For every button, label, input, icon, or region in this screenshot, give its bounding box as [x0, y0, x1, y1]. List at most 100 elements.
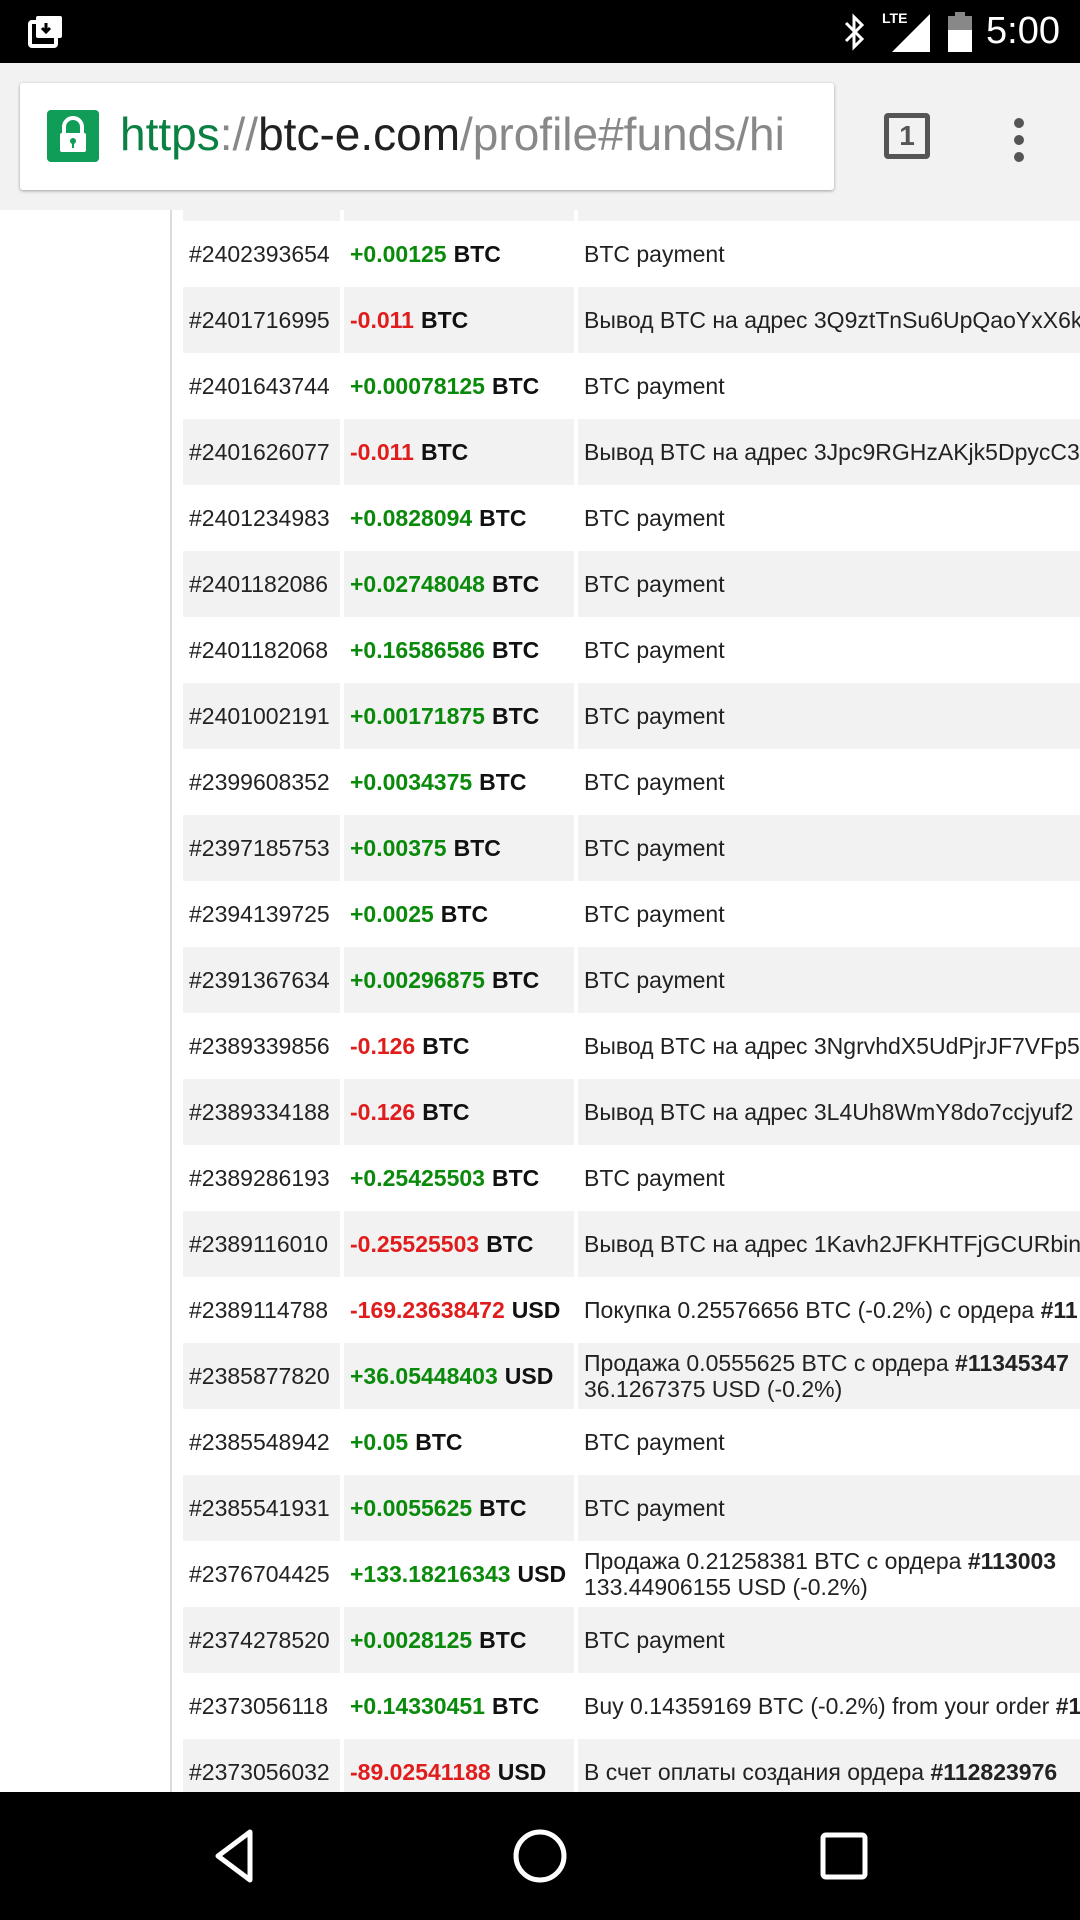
cell-description: Вывод BTC на адрес 1Kavh2JFKHTFjGCURbin: [578, 1211, 1080, 1277]
cell-description: BTC payment: [578, 1145, 1080, 1211]
amount-value: +0.02748048: [350, 570, 485, 597]
description-text: BTC payment: [584, 1626, 725, 1653]
table-row: #2394139725 +0.0025 BTC BTC payment: [183, 881, 1080, 947]
cell-description: BTC payment: [578, 617, 1080, 683]
description-text: BTC payment: [584, 834, 725, 861]
description-text: BTC payment: [584, 372, 725, 399]
battery-icon: [948, 11, 973, 52]
amount-value: +36.05448403: [350, 1362, 498, 1389]
url-separator: ://: [219, 108, 259, 160]
amount-value: -89.02541188: [350, 1758, 491, 1785]
order-link[interactable]: #112823976: [931, 1759, 1058, 1785]
description-text: В счет оплаты создания ордера: [584, 1758, 925, 1785]
cell-id: #2391367634: [183, 947, 340, 1013]
currency-label: USD: [504, 1362, 554, 1389]
amount-value: +0.00078125: [350, 372, 485, 399]
lock-icon[interactable]: [47, 110, 99, 162]
description-text-line2: 36.1267375 USD (-0.2%): [584, 1376, 843, 1402]
cell-id: #2401643744: [189, 372, 330, 399]
table-row: #2385541931 +0.0055625 BTC BTC payment: [183, 1475, 1080, 1541]
cell-id: #2389339856: [189, 1032, 330, 1059]
cell-id: #2376704425: [189, 1560, 330, 1587]
cell-description: BTC payment: [578, 1475, 1080, 1541]
cell-amount: +0.02748048 BTC: [344, 551, 574, 617]
cell-description: BTC payment: [578, 485, 1080, 551]
table-row: #2401716995 -0.011 BTC Вывод BTC на адрес 3…: [183, 287, 1080, 353]
cell-id: #2389114788: [189, 1296, 328, 1323]
cell-id: #2373056118: [189, 1692, 328, 1719]
amount-value: -0.126: [350, 1098, 416, 1125]
amount-value: +0.0055625: [350, 1494, 473, 1521]
cell-amount: +0.00375 BTC: [344, 815, 574, 881]
url-host: btc-e.com: [258, 108, 461, 160]
overflow-menu-icon[interactable]: [1010, 117, 1028, 163]
cell-description: BTC payment: [578, 881, 1080, 947]
description-text: BTC payment: [584, 1164, 725, 1191]
cell-description: BTC payment: [578, 1607, 1080, 1673]
description-text: Вывод BTC на адрес 1Kavh2JFKHTFjGCURbin: [584, 1230, 1080, 1257]
cell-description: [578, 210, 1080, 221]
description-text: BTC payment: [584, 1494, 725, 1521]
cell-amount: -0.25525503 BTC: [344, 1211, 574, 1277]
cell-amount: +0.00296875 BTC: [344, 947, 574, 1013]
currency-label: BTC: [479, 1494, 527, 1521]
cell-id: [183, 210, 340, 221]
table-row: #2389334188 -0.126 BTC Вывод BTC на адрес 3…: [183, 1079, 1080, 1145]
description-text-line2: 133.44906155 USD (-0.2%): [584, 1574, 868, 1600]
currency-label: BTC: [440, 900, 489, 927]
cell-amount: +133.18216343 USD: [344, 1541, 574, 1607]
url-path: /profile#funds/hi: [460, 108, 785, 160]
table-row: #2401643744 +0.00078125 BTC BTC payment: [183, 353, 1080, 419]
recents-icon[interactable]: [814, 1826, 874, 1886]
home-icon[interactable]: [510, 1826, 570, 1886]
description-text: BTC payment: [584, 504, 725, 531]
table-row: #2402393654 +0.00125 BTC BTC payment: [183, 221, 1080, 287]
table-row: #2389116010 -0.25525503 BTC Вывод BTC на ад…: [183, 1211, 1080, 1277]
url-text[interactable]: https://btc-e.com/profile#funds/hi: [120, 107, 785, 161]
description-text: Вывод BTC на адрес 3L4Uh8WmY8do7ccjyuf2: [584, 1098, 1074, 1125]
currency-label: BTC: [491, 702, 540, 729]
description-text: BTC payment: [584, 966, 725, 993]
clock: 5:00: [986, 10, 1060, 52]
table-row: #2397185753 +0.00375 BTC BTC payment: [183, 815, 1080, 881]
back-icon[interactable]: [206, 1826, 266, 1886]
currency-label: USD: [511, 1296, 561, 1323]
url-scheme: https: [120, 108, 220, 160]
amount-value: +0.00171875: [350, 702, 485, 729]
order-link[interactable]: #11345347: [955, 1350, 1069, 1376]
currency-label: BTC: [420, 306, 469, 333]
url-bar[interactable]: https://btc-e.com/profile#funds/hi: [20, 83, 834, 190]
cell-id: #2394139725: [189, 900, 330, 927]
description-text: BTC payment: [584, 1428, 725, 1455]
cell-amount: +0.0034375 BTC: [344, 749, 574, 815]
cell-id: #2385877820: [183, 1343, 340, 1409]
currency-label: BTC: [479, 768, 527, 795]
amount-value: +0.16586586: [350, 636, 485, 663]
cell-description: Buy 0.14359169 BTC (-0.2%) from your ord…: [578, 1673, 1080, 1739]
tab-switcher-button[interactable]: 1: [884, 113, 930, 159]
cell-amount: +0.0025 BTC: [344, 881, 574, 947]
page-content: #2402393654 +0.00125 BTC BTC payment #240171…: [0, 210, 1080, 1792]
currency-label: BTC: [479, 504, 527, 531]
order-link[interactable]: #11: [1041, 1297, 1078, 1323]
cell-amount: +0.0028125 BTC: [344, 1607, 574, 1673]
cell-id: #2389116010: [183, 1211, 340, 1277]
cell-amount: -169.23638472 USD: [344, 1277, 574, 1343]
cell-amount: +36.05448403 USD: [344, 1343, 574, 1409]
table-row: #2385548942 +0.05 BTC BTC payment: [183, 1409, 1080, 1475]
cell-id: #2401182068: [189, 636, 328, 663]
amount-value: -0.011: [350, 438, 414, 465]
table-row: #2373056032 -89.02541188 USD В счет оплаты …: [183, 1739, 1080, 1792]
amount-value: +133.18216343: [350, 1560, 511, 1587]
cell-amount: -89.02541188 USD: [344, 1739, 574, 1792]
sidebar-divider: [170, 210, 172, 1792]
amount-value: +0.0034375: [350, 768, 473, 795]
cell-id: #2401716995: [183, 287, 340, 353]
cell-description: BTC payment: [578, 1409, 1080, 1475]
cell-amount: +0.00171875 BTC: [344, 683, 574, 749]
table-row: #2401182086 +0.02748048 BTC BTC payment: [183, 551, 1080, 617]
order-link[interactable]: #113003: [968, 1548, 1056, 1574]
cell-id: #2401002191: [183, 683, 340, 749]
order-link[interactable]: #1: [1056, 1693, 1080, 1719]
cell-amount: +0.00078125 BTC: [344, 353, 574, 419]
